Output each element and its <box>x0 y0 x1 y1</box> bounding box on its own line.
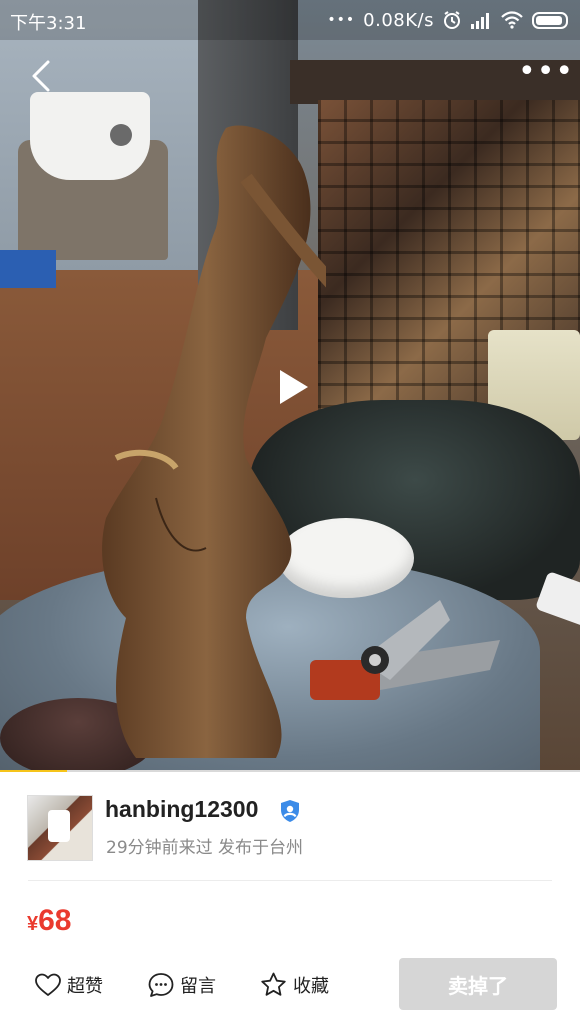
favorite-label: 收藏 <box>293 976 329 997</box>
background-blue-box <box>0 250 56 288</box>
video-progress-track[interactable] <box>0 770 580 772</box>
star-icon <box>261 972 286 996</box>
status-time: 下午3:31 <box>10 13 87 34</box>
avatar-figure <box>48 810 70 842</box>
comment-label: 留言 <box>180 976 216 997</box>
battery-icon <box>532 11 568 29</box>
status-icons: ••• 0.08K/s <box>327 8 568 32</box>
like-button[interactable]: 超赞 <box>35 968 103 1002</box>
comment-bubble-icon <box>148 973 174 997</box>
favorite-button[interactable]: 收藏 <box>260 968 329 1002</box>
signal-dots-icon: ••• <box>327 12 356 28</box>
like-label: 超赞 <box>67 976 103 997</box>
video-progress-fill <box>0 770 67 772</box>
back-chevron-icon[interactable] <box>24 58 60 94</box>
wifi-icon <box>501 11 523 29</box>
play-icon[interactable] <box>272 366 314 408</box>
seller-activity: 29分钟前来过 发布于台州 <box>106 838 304 858</box>
price-amount: 68 <box>38 904 72 937</box>
verified-user-icon <box>281 800 299 822</box>
sold-button[interactable]: 卖掉了 <box>399 958 557 1010</box>
seller-username[interactable]: hanbing12300 <box>105 796 258 823</box>
root-sculpture <box>102 125 326 758</box>
heart-icon <box>35 973 61 996</box>
item-price: ¥68 <box>27 904 72 938</box>
divider <box>28 880 552 881</box>
pruning-shears <box>310 600 500 700</box>
network-speed: 0.08K/s <box>363 9 434 31</box>
more-dots-icon[interactable]: ••• <box>518 57 573 90</box>
status-bar: 下午3:31 ••• 0.08K/s <box>0 0 580 40</box>
seller-avatar[interactable] <box>27 795 93 861</box>
price-currency: ¥ <box>27 913 39 935</box>
signal-bars-icon <box>471 13 489 29</box>
alarm-icon <box>444 11 460 29</box>
comment-button[interactable]: 留言 <box>148 968 216 1002</box>
